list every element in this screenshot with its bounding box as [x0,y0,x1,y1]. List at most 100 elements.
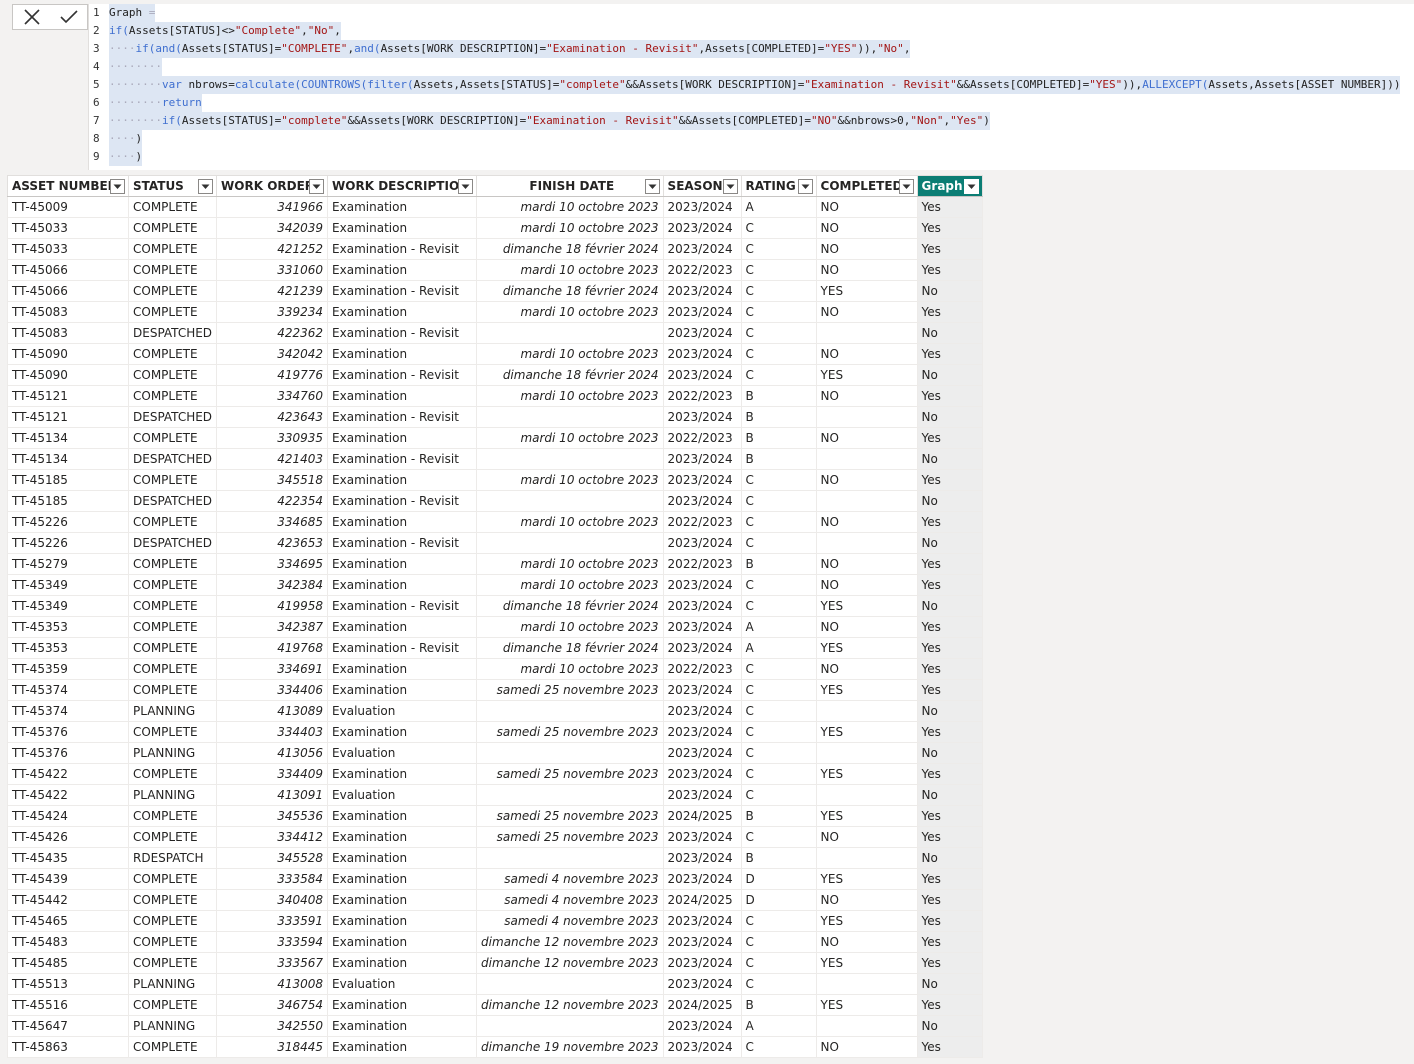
filter-dropdown-icon[interactable] [198,179,214,194]
cell-graph: Yes [916,658,983,680]
commit-button[interactable] [56,6,82,28]
cell-work-description: Examination [327,343,478,365]
column-header-graph[interactable]: Graph [916,175,983,197]
cell-completed: NO [815,511,918,533]
column-header-completed[interactable]: COMPLETED [815,175,918,197]
column-header-rating[interactable]: RATING [740,175,817,197]
cell-finish-date: mardi 10 octobre 2023 [476,427,664,449]
cell-status: DESPATCHED [127,532,218,554]
cell-graph: Yes [916,196,983,218]
cell-season: 2024/2025 [662,889,742,911]
code-token: ,Assets[COMPLETED]= [698,42,825,55]
column-header-finish-date[interactable]: FINISH DATE [476,175,664,197]
cell-finish-date: dimanche 12 novembre 2023 [476,952,664,974]
cell-graph: No [916,406,983,428]
cell-work-description: Examination [327,868,478,890]
cell-work-description: Examination [327,805,478,827]
cell-finish-date: mardi 10 octobre 2023 [476,469,664,491]
table-row: TT-45353 COMPLETE 342387 Examination mardi 1… [7,616,983,638]
cell-graph: Yes [916,469,983,491]
filter-dropdown-icon[interactable] [644,179,660,194]
cell-finish-date: mardi 10 octobre 2023 [476,511,664,533]
column-header-work-description[interactable]: WORK DESCRIPTION [327,175,478,197]
cell-status: COMPLETE [127,679,218,701]
cell-asset-number: TT-45353 [7,637,129,659]
formula-editor[interactable]: 1 Graph = 2 if(Assets[STATUS]<>"Complete","… [88,4,1414,170]
cell-work-description: Examination [327,427,478,449]
cell-status: COMPLETE [127,511,218,533]
table-row: TT-45513 PLANNING 413008 Evaluation 2023/202… [7,973,983,995]
cell-finish-date: samedi 25 novembre 2023 [476,679,664,701]
cell-asset-number: TT-45349 [7,595,129,617]
cell-season: 2024/2025 [662,805,742,827]
filter-dropdown-icon[interactable] [110,179,125,194]
cell-season: 2023/2024 [662,196,742,218]
cell-work-order: 333567 [216,952,329,974]
cell-status: COMPLETE [127,280,218,302]
cell-status: COMPLETE [127,868,218,890]
code-token: "Examination - Revisit" [526,114,679,127]
cell-completed: NO [815,658,918,680]
filter-dropdown-icon[interactable] [963,179,979,194]
table-row: TT-45066 COMPLETE 421239 Examination - Revi… [7,280,983,302]
table-row: TT-45066 COMPLETE 331060 Examination mardi 1… [7,259,983,281]
filter-dropdown-icon[interactable] [898,179,914,194]
cell-status: COMPLETE [127,238,218,260]
line-number: 1 [93,6,100,19]
cell-work-order: 342387 [216,616,329,638]
table-row: TT-45465 COMPLETE 333591 Examination samedi … [7,910,983,932]
cell-work-order: 330935 [216,427,329,449]
column-header-season[interactable]: SEASON [662,175,742,197]
cell-status: PLANNING [127,784,218,806]
cell-season: 2023/2024 [662,595,742,617]
cell-status: COMPLETE [127,553,218,575]
formula-code: ····if(and(Assets[STATUS]="COMPLETE", and… [109,40,911,58]
cell-completed: YES [815,763,918,785]
line-number: 7 [93,114,100,127]
column-header-asset-number[interactable]: ASSET NUMBER [7,175,129,197]
cell-completed: YES [815,280,918,302]
code-token: "Complete" [234,24,302,37]
cell-rating: C [740,364,817,386]
filter-dropdown-icon[interactable] [722,179,738,194]
cell-rating: B [740,553,817,575]
code-token: nbrows= [181,78,235,91]
cell-graph: Yes [916,616,983,638]
cell-finish-date: mardi 10 octobre 2023 [476,553,664,575]
code-token: ········ [109,78,162,91]
column-header-work-order[interactable]: WORK ORDER [216,175,329,197]
cell-status: COMPLETE [127,259,218,281]
code-token: "YES" [824,42,858,55]
cell-status: COMPLETE [127,427,218,449]
cell-season: 2023/2024 [662,469,742,491]
cell-finish-date [476,742,664,764]
table-row: TT-45009 COMPLETE 341966 Examination mardi 1… [7,196,983,218]
filter-dropdown-icon[interactable] [458,179,474,194]
cell-status: DESPATCHED [127,322,218,344]
cell-work-description: Examination [327,469,478,491]
cell-asset-number: TT-45516 [7,994,129,1016]
table-row: TT-45185 COMPLETE 345518 Examination mardi 1… [7,469,983,491]
formula-code: Graph = [109,4,156,22]
cell-asset-number: TT-45359 [7,658,129,680]
cell-season: 2022/2023 [662,658,742,680]
cell-rating: C [740,469,817,491]
code-token: ) [135,150,143,163]
cancel-button[interactable] [19,6,45,28]
cell-rating: C [740,1036,817,1058]
table-row: TT-45422 PLANNING 413091 Evaluation 2023/202… [7,784,983,806]
cell-work-order: 413091 [216,784,329,806]
cell-asset-number: TT-45121 [7,406,129,428]
cell-asset-number: TT-45090 [7,343,129,365]
cell-rating: B [740,406,817,428]
filter-dropdown-icon[interactable] [797,179,813,194]
cell-season: 2023/2024 [662,280,742,302]
cell-work-order: 340408 [216,889,329,911]
cell-work-order: 419958 [216,595,329,617]
code-token: Assets[STATUS]<> [128,24,235,37]
cell-season: 2023/2024 [662,868,742,890]
cell-rating: C [740,343,817,365]
cell-work-description: Examination [327,910,478,932]
filter-dropdown-icon[interactable] [309,179,325,194]
column-header-status[interactable]: STATUS [127,175,218,197]
